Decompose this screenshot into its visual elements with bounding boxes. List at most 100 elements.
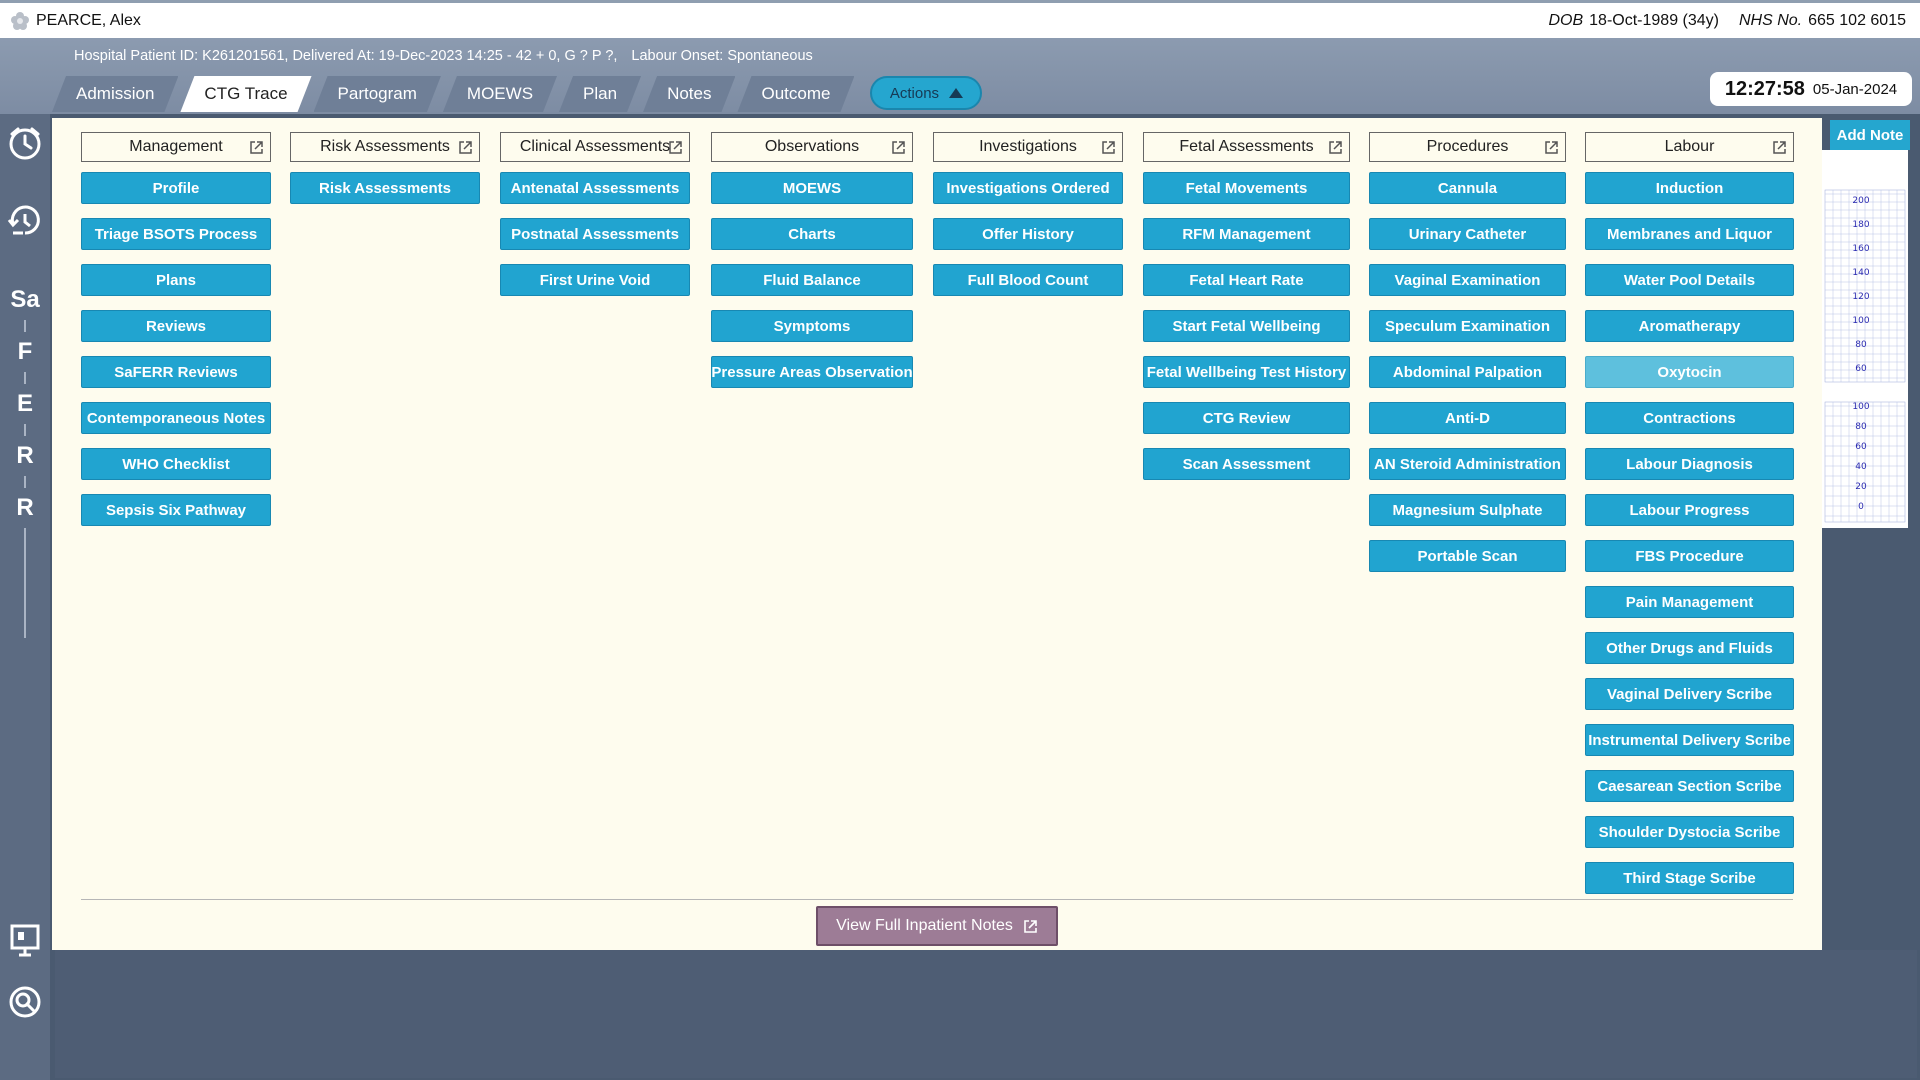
aromatherapy-button[interactable]: Aromatherapy — [1585, 310, 1794, 342]
labour-progress-button[interactable]: Labour Progress — [1585, 494, 1794, 526]
other-drugs-and-fluids-button[interactable]: Other Drugs and Fluids — [1585, 632, 1794, 664]
triage-bsots-process-button[interactable]: Triage BSOTS Process — [81, 218, 271, 250]
tab-outcome[interactable]: Outcome — [737, 76, 854, 112]
column-header-clinical-assessments[interactable]: Clinical Assessments — [500, 132, 690, 162]
column-header-labour[interactable]: Labour — [1585, 132, 1794, 162]
tab-admission[interactable]: Admission — [52, 76, 178, 112]
external-link-icon[interactable] — [891, 140, 906, 155]
presentation-icon[interactable] — [5, 920, 45, 960]
abdominal-palpation-button[interactable]: Abdominal Palpation — [1369, 356, 1566, 388]
cannula-button[interactable]: Cannula — [1369, 172, 1566, 204]
external-link-icon[interactable] — [1544, 140, 1559, 155]
tab-partogram[interactable]: Partogram — [314, 76, 441, 112]
external-link-icon[interactable] — [668, 140, 683, 155]
tab-moews[interactable]: MOEWS — [443, 76, 557, 112]
external-link-icon[interactable] — [458, 140, 473, 155]
start-fetal-wellbeing-button[interactable]: Start Fetal Wellbeing — [1143, 310, 1350, 342]
instrumental-delivery-scribe-button[interactable]: Instrumental Delivery Scribe — [1585, 724, 1794, 756]
magnesium-sulphate-button[interactable]: Magnesium Sulphate — [1369, 494, 1566, 526]
fetal-wellbeing-test-history-button[interactable]: Fetal Wellbeing Test History — [1143, 356, 1350, 388]
profile-button[interactable]: Profile — [81, 172, 271, 204]
anti-d-button[interactable]: Anti-D — [1369, 402, 1566, 434]
add-note-button[interactable]: Add Note — [1830, 120, 1910, 150]
column-header-procedures[interactable]: Procedures — [1369, 132, 1566, 162]
patient-name: PEARCE, Alex — [36, 11, 141, 29]
membranes-and-liquor-button[interactable]: Membranes and Liquor — [1585, 218, 1794, 250]
offer-history-button[interactable]: Offer History — [933, 218, 1123, 250]
clock-icon[interactable] — [5, 123, 45, 163]
rail-item-r2[interactable]: R — [5, 488, 45, 528]
rail-item-e[interactable]: E — [5, 384, 45, 424]
plans-button[interactable]: Plans — [81, 264, 271, 296]
who-checklist-button[interactable]: WHO Checklist — [81, 448, 271, 480]
postnatal-assessments-button[interactable]: Postnatal Assessments — [500, 218, 690, 250]
actions-button[interactable]: Actions — [870, 76, 983, 110]
contemporaneous-notes-button[interactable]: Contemporaneous Notes — [81, 402, 271, 434]
water-pool-details-button[interactable]: Water Pool Details — [1585, 264, 1794, 296]
first-urine-void-button[interactable]: First Urine Void — [500, 264, 690, 296]
column-header-management[interactable]: Management — [81, 132, 271, 162]
fetal-heart-rate-button[interactable]: Fetal Heart Rate — [1143, 264, 1350, 296]
charts-button[interactable]: Charts — [711, 218, 913, 250]
full-blood-count-button[interactable]: Full Blood Count — [933, 264, 1123, 296]
risk-assessments-button[interactable]: Risk Assessments — [290, 172, 480, 204]
pressure-areas-observation-button[interactable]: Pressure Areas Observation — [711, 356, 913, 388]
symptoms-button[interactable]: Symptoms — [711, 310, 913, 342]
column-header-investigations[interactable]: Investigations — [933, 132, 1123, 162]
actions-menu-panel: Management Profile Triage BSOTS Process Pla… — [52, 118, 1822, 950]
view-full-inpatient-notes-button[interactable]: View Full Inpatient Notes — [816, 906, 1058, 946]
urinary-catheter-button[interactable]: Urinary Catheter — [1369, 218, 1566, 250]
sepsis-six-pathway-button[interactable]: Sepsis Six Pathway — [81, 494, 271, 526]
rail-item-f[interactable]: F — [5, 332, 45, 372]
fbs-procedure-button[interactable]: FBS Procedure — [1585, 540, 1794, 572]
rail-item-sa[interactable]: Sa — [5, 280, 45, 320]
labour-diagnosis-button[interactable]: Labour Diagnosis — [1585, 448, 1794, 480]
divider — [81, 899, 1793, 900]
third-stage-scribe-button[interactable]: Third Stage Scribe — [1585, 862, 1794, 894]
ctg-review-button[interactable]: CTG Review — [1143, 402, 1350, 434]
actions-label: Actions — [889, 84, 940, 102]
rail-item-r1[interactable]: R — [5, 436, 45, 476]
an-steroid-administration-button[interactable]: AN Steroid Administration — [1369, 448, 1566, 480]
vaginal-delivery-scribe-button[interactable]: Vaginal Delivery Scribe — [1585, 678, 1794, 710]
menu-column-observations: Observations MOEWS Charts Fluid Balance Symp… — [711, 132, 913, 402]
moews-button[interactable]: MOEWS — [711, 172, 913, 204]
vaginal-examination-button[interactable]: Vaginal Examination — [1369, 264, 1566, 296]
column-header-observations[interactable]: Observations — [711, 132, 913, 162]
induction-button[interactable]: Induction — [1585, 172, 1794, 204]
pain-management-button[interactable]: Pain Management — [1585, 586, 1794, 618]
caesarean-section-scribe-button[interactable]: Caesarean Section Scribe — [1585, 770, 1794, 802]
rail-letter: Sa — [10, 286, 40, 313]
saferr-reviews-button[interactable]: SaFERR Reviews — [81, 356, 271, 388]
nhs-label: NHS No. — [1739, 11, 1803, 29]
scan-assessment-button[interactable]: Scan Assessment — [1143, 448, 1350, 480]
ctg-upper-tick: 140 — [1852, 268, 1869, 278]
patient-identifiers: DOB 18-Oct-1989 (34y) NHS No. 665 102 60… — [1548, 12, 1920, 30]
nhs-value: 665 102 6015 — [1808, 11, 1906, 29]
search-icon[interactable] — [5, 982, 45, 1022]
external-link-icon[interactable] — [249, 140, 264, 155]
shoulder-dystocia-scribe-button[interactable]: Shoulder Dystocia Scribe — [1585, 816, 1794, 848]
contractions-button[interactable]: Contractions — [1585, 402, 1794, 434]
portable-scan-button[interactable]: Portable Scan — [1369, 540, 1566, 572]
rfm-management-button[interactable]: RFM Management — [1143, 218, 1350, 250]
fetal-movements-button[interactable]: Fetal Movements — [1143, 172, 1350, 204]
tab-ctg-trace[interactable]: CTG Trace — [180, 76, 311, 112]
external-link-icon[interactable] — [1328, 140, 1343, 155]
investigations-ordered-button[interactable]: Investigations Ordered — [933, 172, 1123, 204]
external-link-icon[interactable] — [1772, 140, 1787, 155]
reviews-button[interactable]: Reviews — [81, 310, 271, 342]
speculum-examination-button[interactable]: Speculum Examination — [1369, 310, 1566, 342]
ctg-upper-tick: 80 — [1855, 340, 1867, 350]
fluid-balance-button[interactable]: Fluid Balance — [711, 264, 913, 296]
external-link-icon[interactable] — [1101, 140, 1116, 155]
tab-plan[interactable]: Plan — [559, 76, 641, 112]
oxytocin-button[interactable]: Oxytocin — [1585, 356, 1794, 388]
history-icon[interactable] — [5, 200, 45, 240]
column-header-risk-assessments[interactable]: Risk Assessments — [290, 132, 480, 162]
left-rail: Sa F E R R — [0, 114, 50, 1080]
tab-notes[interactable]: Notes — [643, 76, 735, 112]
column-header-fetal-assessments[interactable]: Fetal Assessments — [1143, 132, 1350, 162]
antenatal-assessments-button[interactable]: Antenatal Assessments — [500, 172, 690, 204]
column-header-label: Investigations — [979, 138, 1077, 155]
